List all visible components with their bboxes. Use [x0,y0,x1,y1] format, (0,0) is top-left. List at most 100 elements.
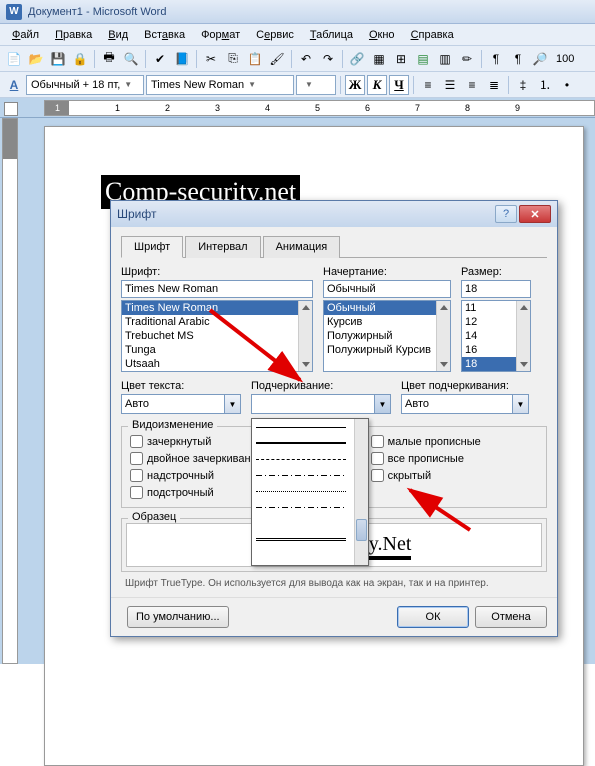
vertical-ruler[interactable] [2,118,18,664]
numbering-icon[interactable]: ⒈ [535,75,555,95]
cut-icon[interactable]: ✂ [201,49,221,69]
print-icon[interactable]: 🖶 [99,49,119,69]
underline-option[interactable] [252,499,368,515]
underline-option[interactable] [252,451,368,467]
menu-tools[interactable]: Сервис [248,26,302,44]
effect-strikethrough[interactable]: зачеркнутый [130,435,257,448]
font-listbox[interactable]: Times New Roman Traditional Arabic Trebu… [121,300,313,372]
underline-option[interactable] [252,435,368,451]
undo-icon[interactable]: ↶ [296,49,316,69]
align-justify-icon[interactable]: ≣ [484,75,504,95]
research-icon[interactable]: 📘 [172,49,192,69]
effect-double-strike[interactable]: двойное зачеркивани [130,452,257,465]
underline-option[interactable] [252,467,368,483]
list-item[interactable]: Полужирный [324,329,450,343]
align-right-icon[interactable]: ≡ [462,75,482,95]
list-item[interactable]: Utsaah [122,357,312,371]
menu-insert[interactable]: Вставка [136,26,193,44]
style-combo[interactable]: Обычный + 18 пт, ▼ [26,75,144,95]
underline-option[interactable] [252,419,368,435]
styles-pane-icon[interactable]: A [4,75,24,95]
list-item[interactable]: Tunga [122,343,312,357]
save-icon[interactable]: 💾 [48,49,68,69]
effect-smallcaps[interactable]: малые прописные [371,435,481,448]
cancel-button[interactable]: Отмена [475,606,547,628]
effect-superscript[interactable]: надстрочный [130,469,257,482]
menu-edit[interactable]: Правка [47,26,100,44]
dialog-help-button[interactable]: ? [495,205,517,223]
zoom-icon[interactable]: 🔎 [530,49,550,69]
preview-icon[interactable]: 🔍 [121,49,141,69]
size-listbox[interactable]: 11 12 14 16 18 [461,300,531,372]
menu-format[interactable]: Формат [193,26,248,44]
hyperlink-icon[interactable]: 🔗 [347,49,367,69]
dialog-title: Шрифт [117,207,495,221]
textcolor-combo[interactable]: Авто ▼ [121,394,241,414]
underline-combo[interactable]: ▼ [251,394,391,414]
tab-animation[interactable]: Анимация [263,236,341,258]
tab-font[interactable]: Шрифт [121,236,183,258]
effect-hidden[interactable]: скрытый [371,469,481,482]
new-doc-icon[interactable]: 📄 [4,49,24,69]
style-listbox[interactable]: Обычный Курсив Полужирный Полужирный Кур… [323,300,451,372]
underline-dropdown[interactable] [251,418,369,566]
underline-option[interactable] [252,483,368,499]
redo-icon[interactable]: ↷ [318,49,338,69]
list-item[interactable]: Trebuchet MS [122,329,312,343]
size-input[interactable] [461,280,531,298]
spellcheck-icon[interactable]: ✔ [150,49,170,69]
tab-selector[interactable] [4,102,18,116]
ok-button[interactable]: ОК [397,606,469,628]
bold-button[interactable]: Ж [345,75,365,95]
list-item[interactable]: Обычный [324,301,450,315]
permission-icon[interactable]: 🔒 [70,49,90,69]
italic-button[interactable]: К [367,75,387,95]
insert-table-icon[interactable]: ⊞ [391,49,411,69]
line-spacing-icon[interactable]: ‡ [513,75,533,95]
sample-label: Образец [128,511,180,523]
copy-icon[interactable]: ⎘ [223,49,243,69]
dialog-close-button[interactable]: ✕ [519,205,551,223]
dialog-titlebar[interactable]: Шрифт ? ✕ [111,201,557,227]
font-combo[interactable]: Times New Roman ▼ [146,75,294,95]
size-combo[interactable]: ▼ [296,75,336,95]
format-painter-icon[interactable]: 🖌 [267,49,287,69]
effect-subscript[interactable]: подстрочный [130,486,257,499]
list-item[interactable]: Полужирный Курсив [324,343,450,357]
excel-icon[interactable]: ▤ [413,49,433,69]
tables-borders-icon[interactable]: ▦ [369,49,389,69]
underline-option[interactable] [252,515,368,531]
menu-view[interactable]: Вид [100,26,136,44]
underline-option[interactable] [252,531,368,547]
bullets-icon[interactable]: • [557,75,577,95]
scrollbar[interactable] [436,301,450,371]
list-item[interactable]: Курсив [324,315,450,329]
menu-window[interactable]: Окно [361,26,403,44]
scrollbar[interactable] [298,301,312,371]
align-left-icon[interactable]: ≡ [418,75,438,95]
align-center-icon[interactable]: ☰ [440,75,460,95]
underline-option[interactable] [252,547,368,563]
font-input[interactable] [121,280,313,298]
scrollbar-thumb[interactable] [356,519,367,541]
drawing-icon[interactable]: ✏ [457,49,477,69]
menu-help[interactable]: Справка [403,26,462,44]
default-button[interactable]: По умолчанию... [127,606,229,628]
columns-icon[interactable]: ▥ [435,49,455,69]
list-item[interactable]: Times New Roman [122,301,312,315]
style-input[interactable] [323,280,451,298]
paste-icon[interactable]: 📋 [245,49,265,69]
scrollbar[interactable] [516,301,530,371]
scrollbar[interactable] [354,419,368,565]
horizontal-ruler[interactable]: 1 1 2 3 4 5 6 7 8 9 [44,100,595,116]
underline-button[interactable]: Ч [389,75,409,95]
docmap-icon[interactable]: ¶ [486,49,506,69]
tab-spacing[interactable]: Интервал [185,236,260,258]
menu-file[interactable]: Файл [4,26,47,44]
menu-table[interactable]: Таблица [302,26,361,44]
show-hide-icon[interactable]: ¶ [508,49,528,69]
open-icon[interactable]: 📂 [26,49,46,69]
ulcolor-combo[interactable]: Авто ▼ [401,394,529,414]
list-item[interactable]: Traditional Arabic [122,315,312,329]
effect-allcaps[interactable]: все прописные [371,452,481,465]
